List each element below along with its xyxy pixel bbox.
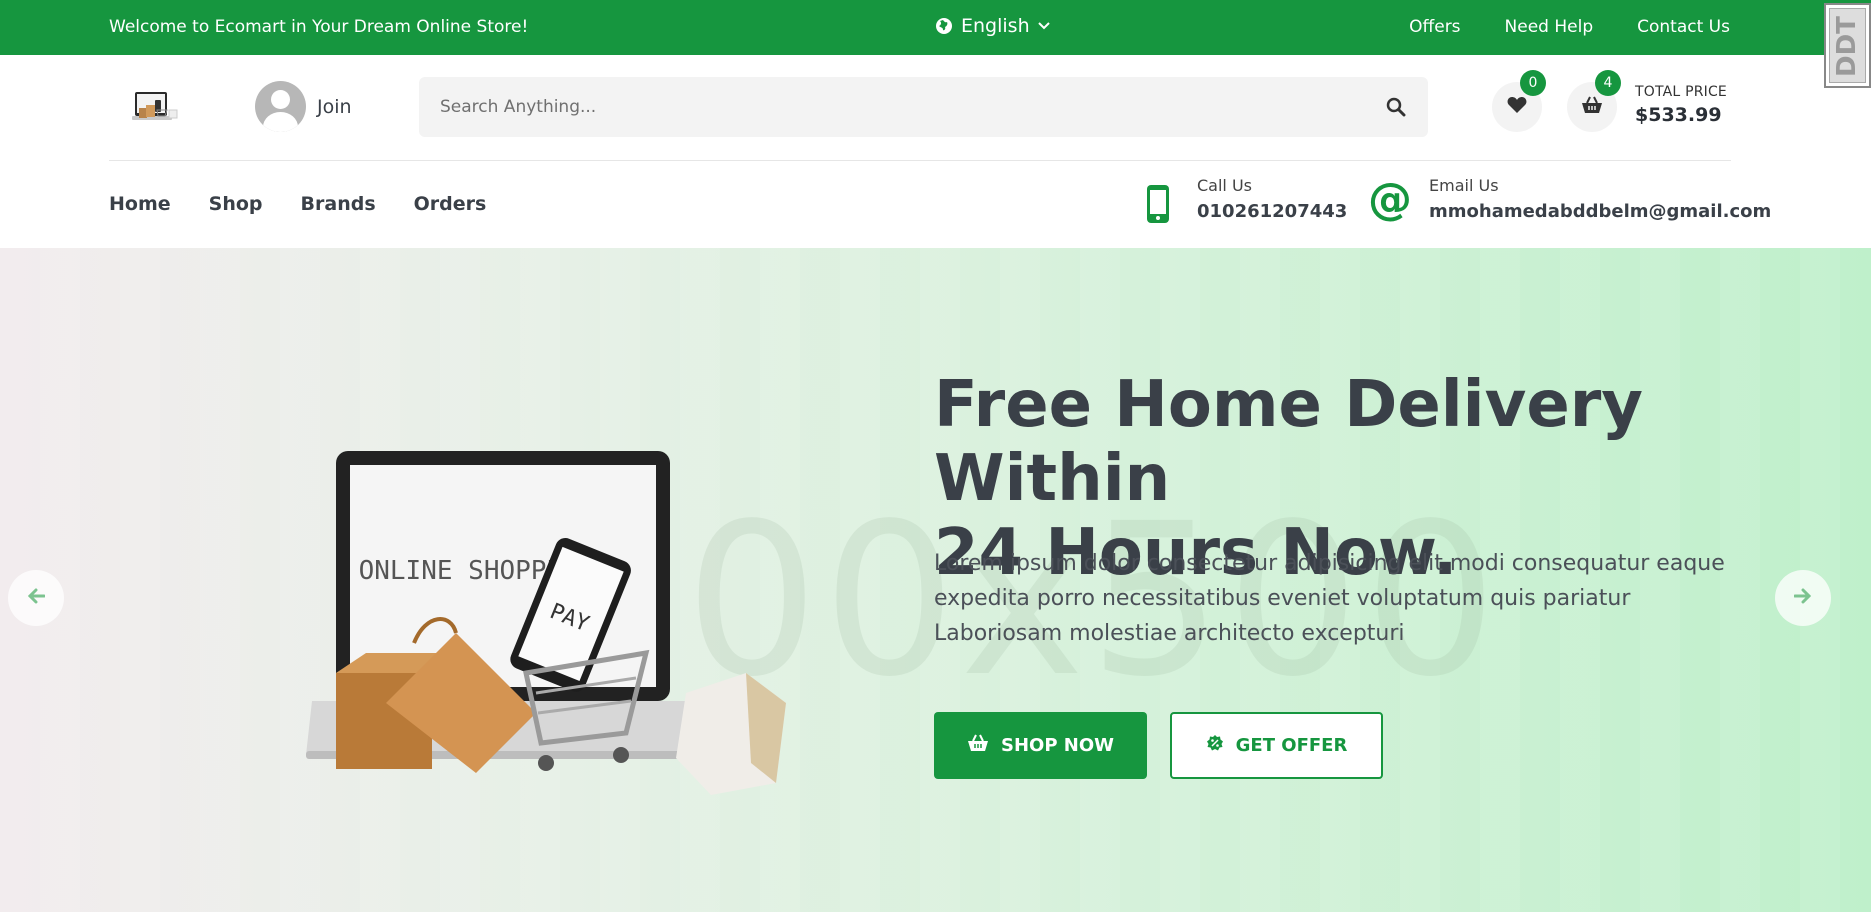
- link-need-help[interactable]: Need Help: [1505, 17, 1594, 37]
- email-us: @ Email Us mmohamedabddbelm@gmail.com: [1368, 176, 1771, 222]
- hero-description: Lorem ipsum dolor consectetur adipisicin…: [934, 551, 1725, 646]
- arrow-right-icon: [1793, 588, 1812, 608]
- carousel-prev-button[interactable]: [8, 570, 64, 626]
- total-price: TOTAL PRICE $533.99: [1635, 84, 1727, 126]
- at-icon: @: [1368, 174, 1412, 225]
- chevron-down-icon: [1037, 22, 1050, 30]
- cart-count-badge: 4: [1595, 70, 1621, 96]
- globe-icon: [935, 17, 953, 35]
- nav-item-brands[interactable]: Brands: [301, 193, 376, 215]
- watermark-text: DDT: [1832, 16, 1862, 78]
- watermark-logo: DDT: [1824, 3, 1871, 88]
- welcome-message: Welcome to Ecomart in Your Dream Online …: [109, 17, 529, 37]
- link-offers[interactable]: Offers: [1409, 17, 1460, 37]
- shop-now-label: SHOP NOW: [1000, 735, 1114, 756]
- cart-button[interactable]: 4: [1567, 70, 1621, 132]
- nav-item-home[interactable]: Home: [109, 193, 171, 215]
- email-us-address[interactable]: mmohamedabddbelm@gmail.com: [1429, 201, 1771, 222]
- wishlist-count-badge: 0: [1520, 70, 1546, 96]
- top-links: Offers Need Help Contact Us: [1409, 17, 1730, 37]
- wishlist-button[interactable]: 0: [1492, 70, 1546, 132]
- arrow-left-icon: [27, 588, 46, 608]
- nav-item-shop[interactable]: Shop: [209, 193, 263, 215]
- link-contact-us[interactable]: Contact Us: [1637, 17, 1730, 37]
- hero-banner: 00x500 ONLINE SHOPPING PAY Free Home Del…: [0, 248, 1871, 912]
- phone-icon: [1145, 184, 1171, 228]
- call-us: Call Us 010261207443: [1145, 176, 1347, 228]
- join-label: Join: [317, 95, 352, 118]
- email-us-label: Email Us: [1429, 176, 1499, 195]
- call-us-label: Call Us: [1197, 176, 1252, 195]
- get-offer-button[interactable]: GET OFFER: [1170, 712, 1383, 779]
- nav-item-orders[interactable]: Orders: [414, 193, 487, 215]
- hero-title-line-1: Free Home Delivery Within: [934, 368, 1643, 516]
- call-us-number[interactable]: 010261207443: [1197, 201, 1347, 222]
- search-input[interactable]: [419, 77, 1359, 137]
- carousel-next-button[interactable]: [1775, 570, 1831, 626]
- language-selector[interactable]: English: [935, 15, 1050, 37]
- search-bar: [419, 77, 1428, 137]
- get-offer-label: GET OFFER: [1235, 735, 1348, 756]
- basket-icon: [967, 734, 989, 757]
- join-button[interactable]: Join: [255, 81, 352, 132]
- heart-icon: [1507, 96, 1527, 118]
- badge-icon: [1206, 734, 1224, 757]
- hero-illustration: ONLINE SHOPPING PAY: [306, 443, 796, 807]
- site-logo[interactable]: [131, 90, 183, 130]
- top-bar: Welcome to Ecomart in Your Dream Online …: [0, 0, 1871, 55]
- language-label: English: [961, 15, 1030, 37]
- search-icon[interactable]: [1386, 97, 1406, 121]
- total-price-value: $533.99: [1635, 104, 1722, 126]
- total-price-label: TOTAL PRICE: [1635, 84, 1727, 100]
- basket-icon: [1581, 96, 1603, 118]
- shop-now-button[interactable]: SHOP NOW: [934, 712, 1147, 779]
- header-divider: [109, 160, 1731, 161]
- main-nav: Home Shop Brands Orders: [109, 193, 486, 215]
- user-avatar-icon: [255, 81, 306, 132]
